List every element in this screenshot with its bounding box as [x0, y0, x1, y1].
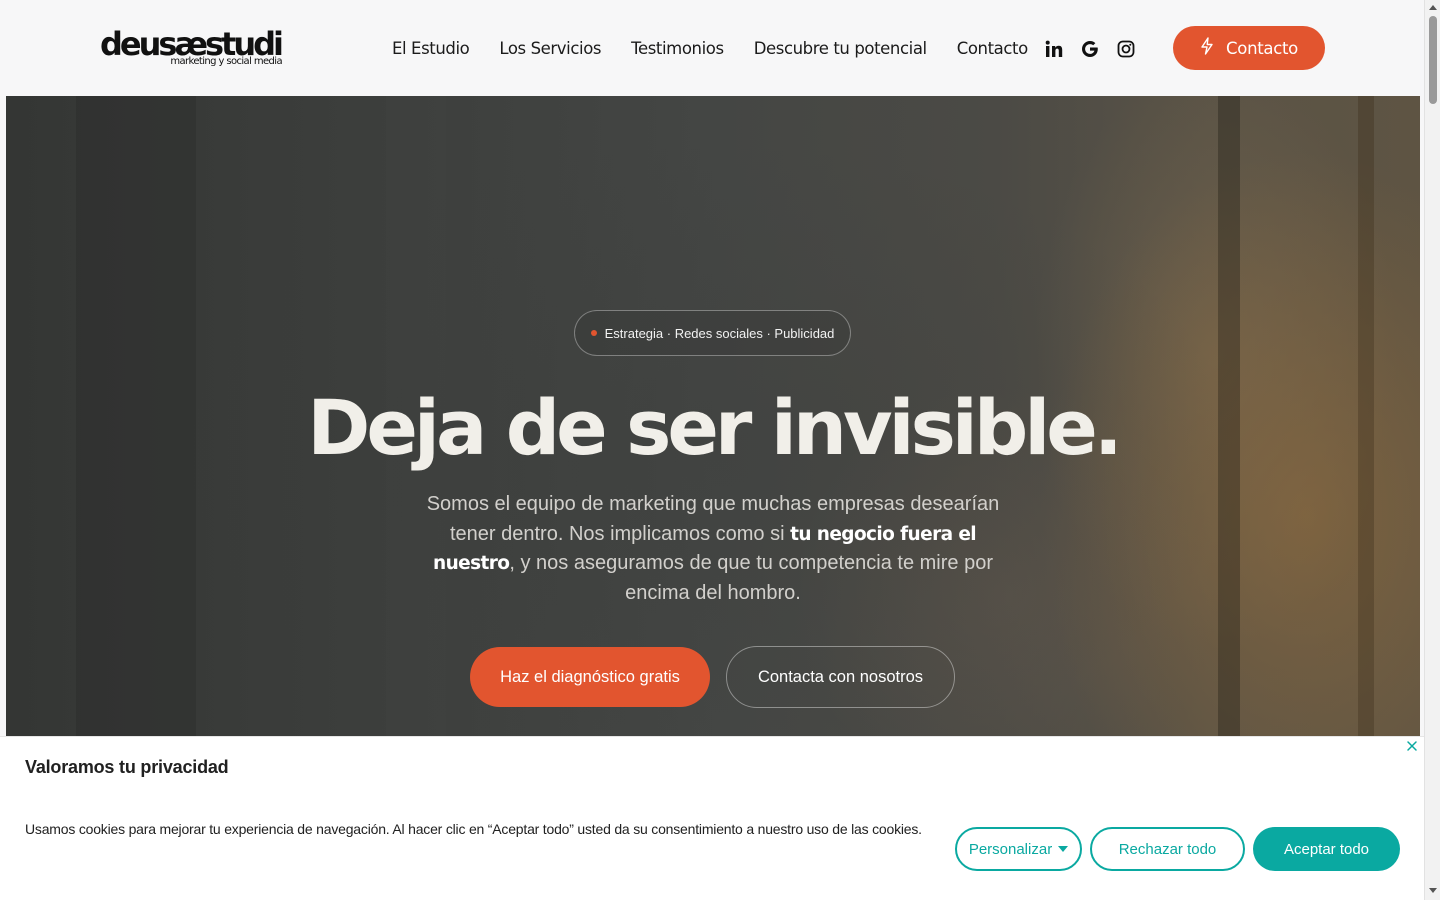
hero-section: Estrategia · Redes sociales · Publicidad… — [6, 96, 1420, 736]
hero-description: Somos el equipo de marketing que muchas … — [411, 490, 1015, 608]
bolt-icon — [1200, 37, 1214, 59]
close-icon[interactable] — [1405, 739, 1419, 753]
scroll-down-arrow-icon[interactable] — [1429, 888, 1437, 893]
caret-down-icon — [1058, 846, 1069, 852]
header-contact-button[interactable]: Contacto — [1173, 26, 1325, 70]
scroll-up-arrow-icon[interactable] — [1429, 5, 1437, 10]
nav-item-servicios[interactable]: Los Servicios — [499, 38, 601, 60]
linkedin-icon[interactable] — [1043, 38, 1065, 60]
nav-item-potencial[interactable]: Descubre tu potencial — [754, 38, 927, 60]
hero-description-end: , y nos aseguramos de que tu competencia… — [509, 552, 993, 604]
accept-all-button[interactable]: Aceptar todo — [1253, 827, 1400, 871]
nav-item-contacto[interactable]: Contacto — [957, 38, 1028, 60]
scrollbar[interactable] — [1424, 0, 1440, 900]
logo-subtitle: marketing y social media — [170, 56, 282, 67]
main-nav: El Estudio Los Servicios Testimonios Des… — [392, 38, 1028, 60]
tagline-dot — [590, 330, 597, 336]
customize-button[interactable]: Personalizar — [955, 827, 1082, 871]
customize-label: Personalizar — [968, 840, 1053, 858]
cookie-text: Usamos cookies para mejorar tu experienc… — [25, 821, 922, 837]
nav-item-testimonios[interactable]: Testimonios — [631, 38, 724, 60]
diagnostic-button[interactable]: Haz el diagnóstico gratis — [470, 647, 710, 707]
logo[interactable]: deusæstudi marketing y social media — [100, 26, 284, 70]
site-header: deusæstudi marketing y social media El E… — [0, 0, 1424, 96]
contact-us-button[interactable]: Contacta con nosotros — [726, 646, 955, 708]
hero-title: Deja de ser invisible. — [307, 383, 1122, 472]
header-contact-label: Contacto — [1226, 38, 1298, 58]
cookie-title: Valoramos tu privacidad — [25, 757, 229, 777]
nav-item-estudio[interactable]: El Estudio — [392, 38, 470, 60]
instagram-icon[interactable] — [1115, 38, 1137, 60]
scroll-thumb[interactable] — [1429, 16, 1437, 104]
reject-all-button[interactable]: Rechazar todo — [1090, 827, 1245, 871]
cookie-banner: Valoramos tu privacidad Usamos cookies p… — [0, 736, 1424, 900]
google-icon[interactable] — [1079, 38, 1101, 60]
hero-tagline-pill: Estrategia · Redes sociales · Publicidad — [574, 310, 851, 356]
hero-tagline: Estrategia · Redes sociales · Publicidad — [604, 325, 835, 341]
